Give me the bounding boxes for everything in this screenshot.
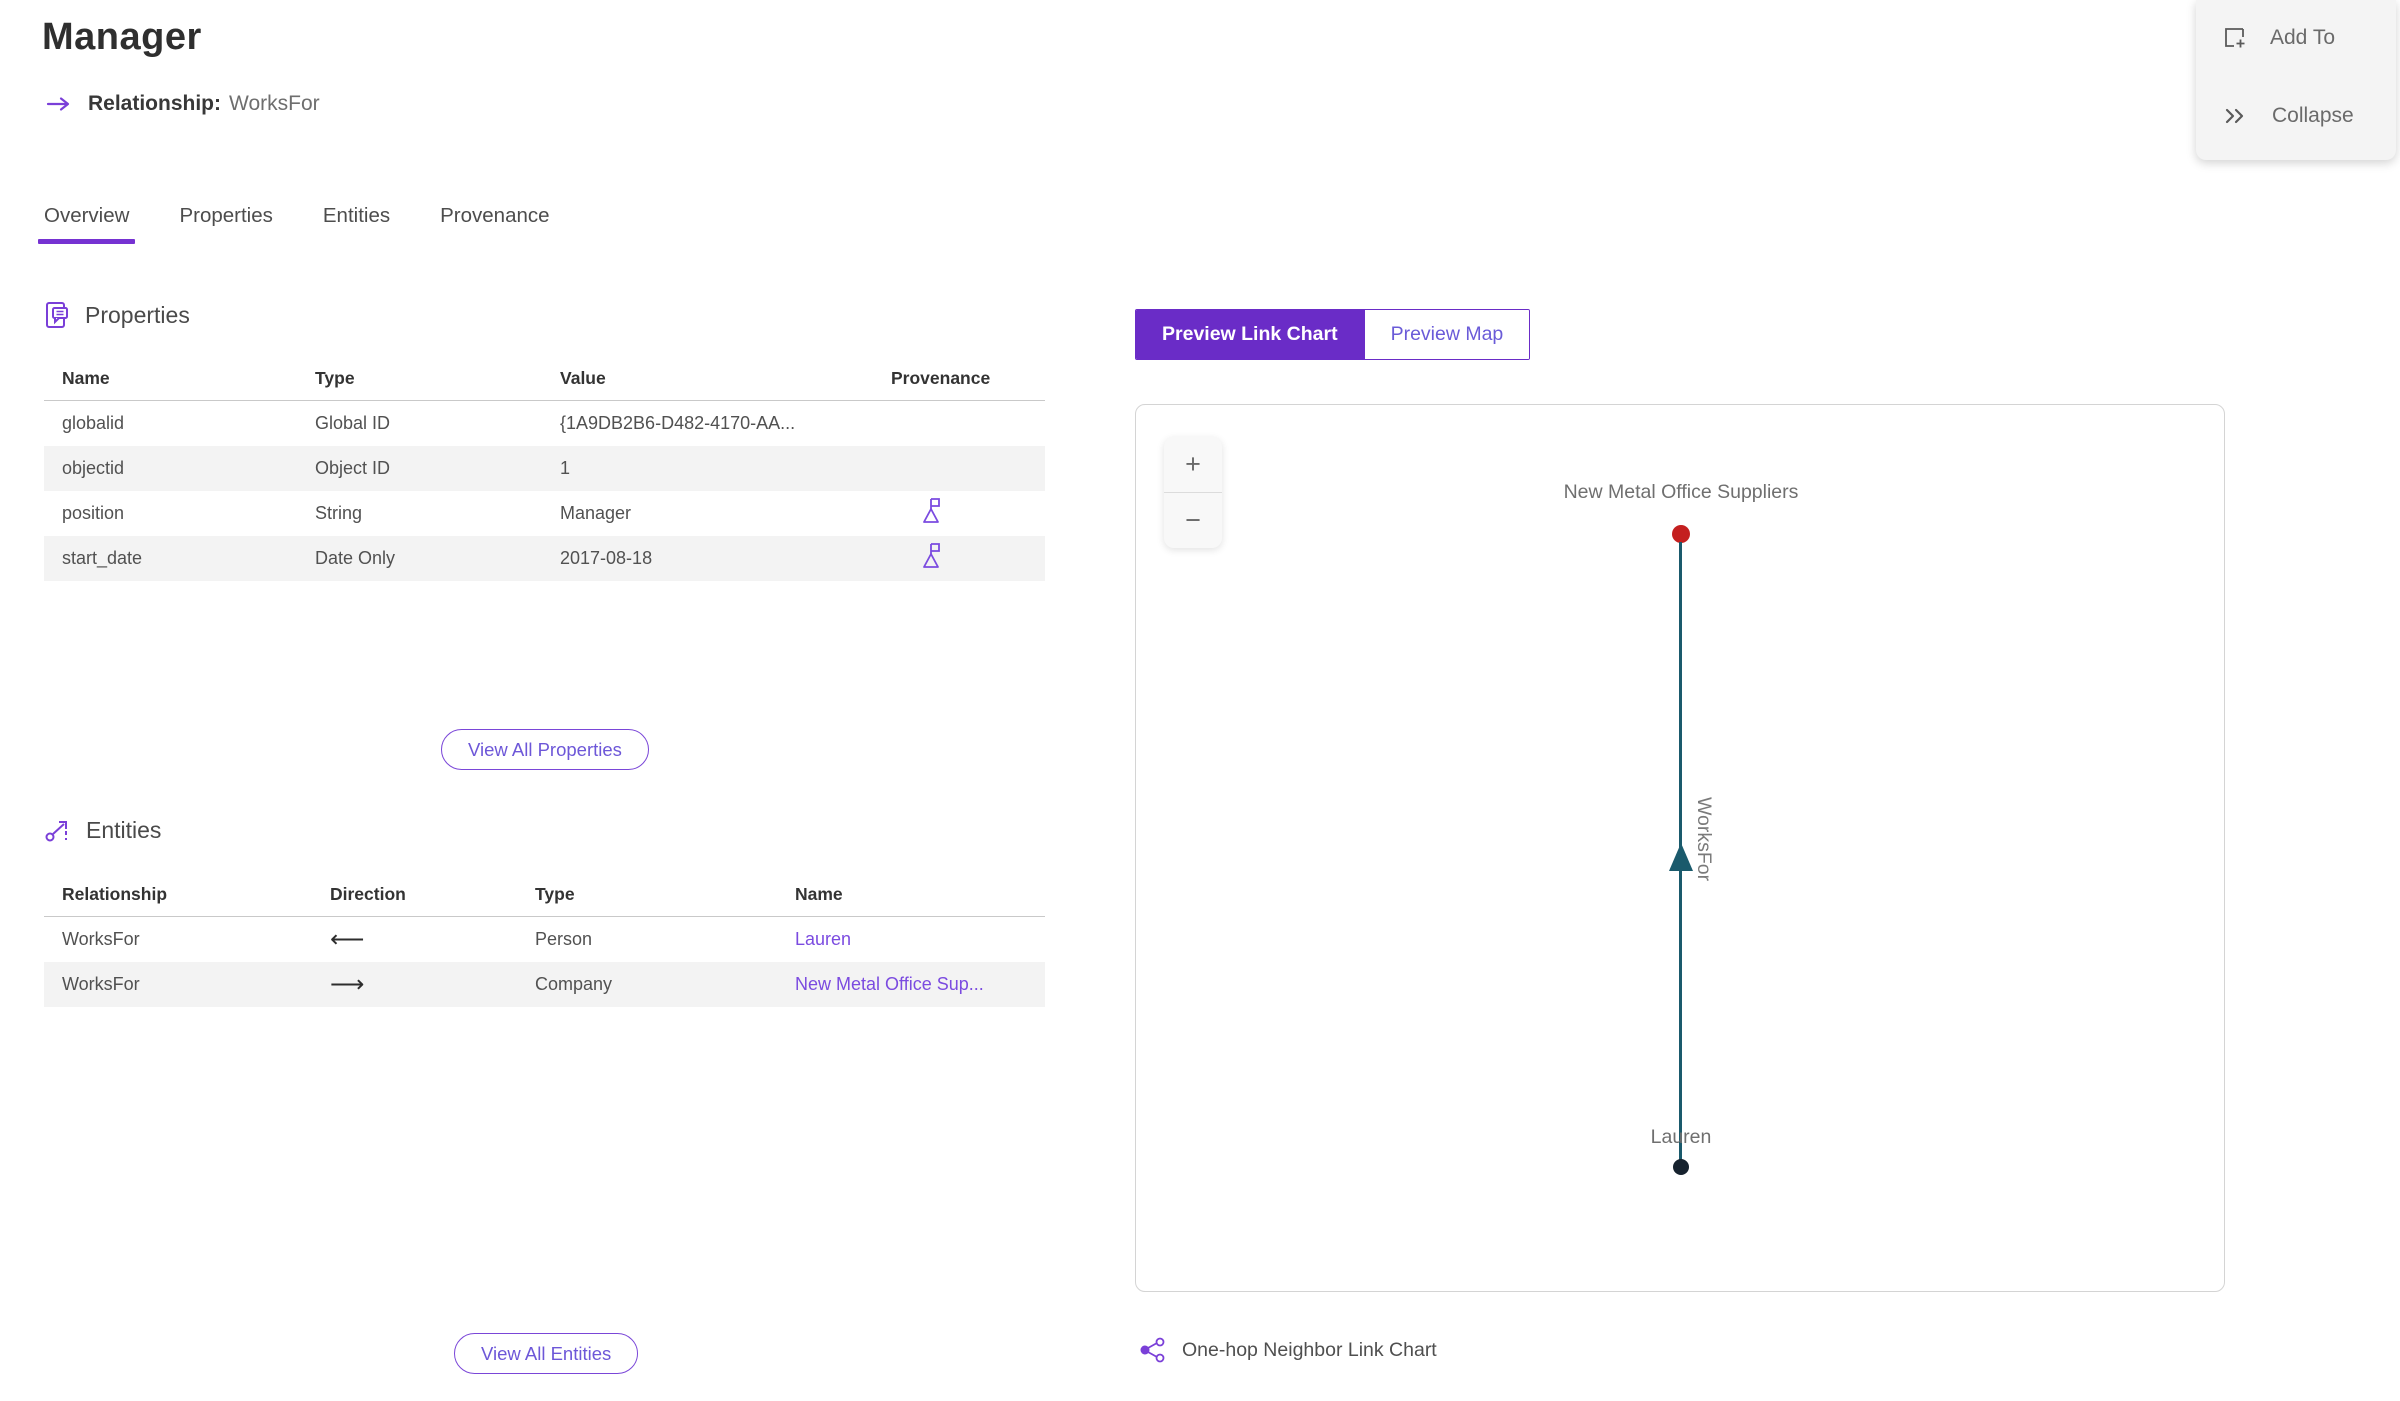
entities-table-header: Relationship Direction Type Name [44, 872, 1045, 917]
prop-value: 2017-08-18 [560, 548, 653, 568]
node-label-bottom: Lauren [1650, 1126, 1712, 1148]
floating-actions-panel: Add To Collapse [2196, 0, 2396, 160]
provenance-flag-icon[interactable] [891, 497, 941, 525]
col-relationship: Relationship [62, 883, 168, 904]
prop-name: start_date [62, 548, 143, 568]
entity-link[interactable]: New Metal Office Sup... [795, 974, 984, 994]
entities-section-header: Entities [44, 816, 161, 844]
node-label-top: New Metal Office Suppliers [1563, 481, 1799, 503]
add-to-button[interactable]: Add To [2196, 10, 2396, 66]
properties-table-header: Name Type Value Provenance [44, 356, 1045, 401]
detail-tabs: Overview Properties Entities Provenance [37, 204, 550, 244]
table-row: objectid Object ID 1 [44, 446, 1045, 491]
col-name: Name [62, 367, 110, 388]
entities-table: Relationship Direction Type Name WorksFo… [44, 872, 1045, 1007]
double-chevron-right-icon [2222, 105, 2250, 127]
ent-type: Person [535, 929, 593, 949]
link-chart-panel[interactable]: + − New Metal Office Suppliers WorksFor … [1135, 404, 2225, 1292]
tab-overview[interactable]: Overview [37, 204, 136, 244]
preview-toggle: Preview Link Chart Preview Map [1135, 309, 1531, 360]
ent-relationship: WorksFor [62, 929, 140, 949]
prop-name: position [62, 503, 125, 523]
properties-table: Name Type Value Provenance globalid Glob… [44, 356, 1045, 581]
page-title: Manager [42, 16, 202, 58]
col-type: Type [315, 367, 355, 388]
col-name: Name [795, 883, 843, 904]
relationship-arrow-icon [46, 95, 72, 113]
entities-section-title: Entities [86, 816, 162, 843]
prop-type: Global ID [315, 413, 391, 433]
view-all-properties-button[interactable]: View All Properties [441, 729, 649, 770]
table-row: position String Manager [44, 491, 1045, 536]
collapse-button[interactable]: Collapse [2196, 88, 2396, 144]
ent-type: Company [535, 974, 613, 994]
tab-provenance[interactable]: Provenance [440, 204, 549, 244]
zoom-controls: + − [1164, 437, 1222, 548]
entity-link[interactable]: Lauren [795, 929, 851, 949]
tab-properties[interactable]: Properties [179, 204, 272, 244]
table-row: WorksFor ⟶ Company New Metal Office Sup.… [44, 962, 1045, 1007]
col-value: Value [560, 367, 606, 388]
direction-arrow: ⟵ [330, 926, 365, 953]
relationship-subtitle: Relationship: WorksFor [46, 92, 320, 116]
zoom-in-button[interactable]: + [1164, 437, 1222, 492]
direction-arrow: ⟶ [330, 971, 365, 998]
one-hop-link-chart-icon [1138, 1336, 1168, 1364]
prop-provenance [873, 497, 1045, 530]
preview-map-button[interactable]: Preview Map [1363, 310, 1530, 359]
prop-value: 1 [560, 458, 571, 478]
tab-entities[interactable]: Entities [323, 204, 390, 244]
properties-icon [44, 300, 71, 330]
node-company[interactable] [1672, 525, 1690, 543]
edge-arrowhead-icon [1669, 843, 1693, 871]
properties-section-title: Properties [85, 301, 190, 328]
chart-caption-label: One-hop Neighbor Link Chart [1182, 1338, 1437, 1361]
add-to-icon [2222, 25, 2248, 51]
edge-label: WorksFor [1693, 797, 1715, 882]
ent-relationship: WorksFor [62, 974, 140, 994]
node-person[interactable] [1673, 1159, 1689, 1175]
table-row: start_date Date Only 2017-08-18 [44, 536, 1045, 581]
relationship-label: Relationship: [88, 92, 222, 115]
add-to-label: Add To [2270, 26, 2335, 49]
relationship-value: WorksFor [229, 92, 320, 115]
entity-detail-page: Manager Relationship: WorksFor Add To Co… [0, 0, 2400, 1401]
chart-caption: One-hop Neighbor Link Chart [1138, 1336, 1437, 1364]
prop-type: String [315, 503, 363, 523]
entities-icon [44, 816, 72, 844]
table-row: WorksFor ⟵ Person Lauren [44, 917, 1045, 962]
prop-name: globalid [62, 413, 125, 433]
prop-provenance [873, 542, 1045, 575]
prop-type: Object ID [315, 458, 391, 478]
zoom-out-button[interactable]: − [1164, 493, 1222, 548]
prop-value: {1A9DB2B6-D482-4170-AA... [560, 413, 796, 433]
col-provenance: Provenance [891, 367, 991, 388]
properties-section-header: Properties [44, 300, 190, 330]
view-all-entities-button[interactable]: View All Entities [454, 1333, 639, 1374]
col-direction: Direction [330, 883, 406, 904]
preview-link-chart-button[interactable]: Preview Link Chart [1136, 310, 1364, 359]
table-row: globalid Global ID {1A9DB2B6-D482-4170-A… [44, 401, 1045, 446]
prop-value: Manager [560, 503, 632, 523]
prop-type: Date Only [315, 548, 396, 568]
col-type: Type [535, 883, 575, 904]
collapse-label: Collapse [2272, 104, 2354, 127]
prop-name: objectid [62, 458, 125, 478]
provenance-flag-icon[interactable] [891, 542, 941, 570]
